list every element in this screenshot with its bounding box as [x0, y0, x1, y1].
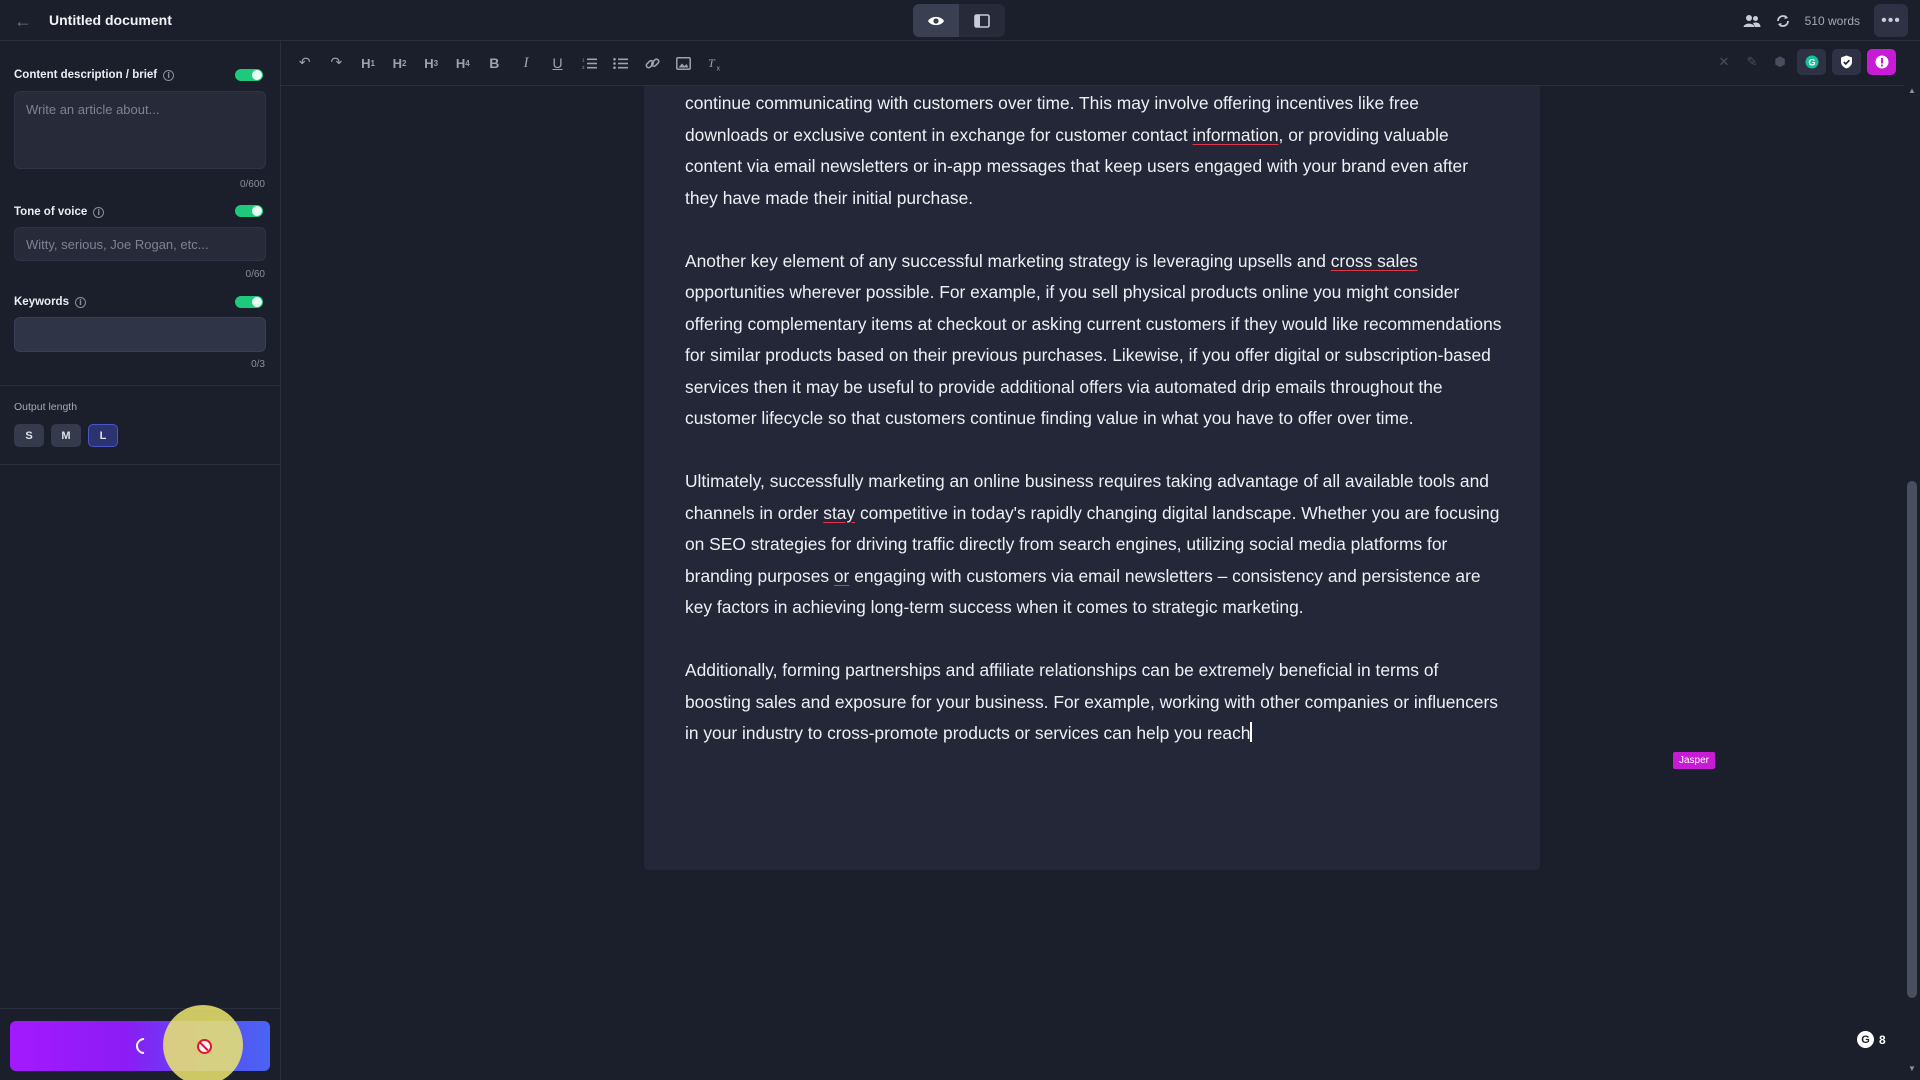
brief-textarea[interactable] — [14, 91, 266, 169]
brief-counter: 0/600 — [239, 179, 265, 190]
shield-check-icon[interactable] — [1832, 49, 1861, 75]
heading-4-level: 4 — [465, 58, 470, 68]
document-title[interactable]: Untitled document — [49, 12, 172, 28]
tone-label: Tone of voice i — [14, 206, 105, 218]
users-icon[interactable] — [1743, 14, 1761, 28]
brief-toggle[interactable] — [235, 69, 263, 81]
more-options-icon[interactable]: ••• — [1874, 4, 1908, 37]
formatting-toolbar: ↶ ↷ H1 H2 H3 H4 B I U 12 Tx ✕ ✎ ⬢ G — [281, 41, 1904, 86]
tone-toggle[interactable] — [235, 205, 263, 217]
bold-icon[interactable]: B — [479, 51, 511, 75]
underline-icon[interactable]: U — [542, 51, 574, 75]
svg-text:x: x — [717, 65, 721, 71]
view-mode-toggle — [913, 4, 1005, 37]
scroll-up-arrow-icon[interactable]: ▲ — [1908, 86, 1916, 95]
info-icon[interactable]: i — [163, 69, 175, 81]
text-run: opportunities wherever possible. For exa… — [685, 282, 1502, 428]
pencil-icon: ✎ — [1746, 54, 1758, 69]
text-run: Another key element of any successful ma… — [685, 250, 1331, 271]
spellcheck-flagged-word[interactable]: or — [834, 566, 849, 586]
heading-2-icon[interactable]: H2 — [384, 51, 416, 75]
divider — [0, 385, 281, 386]
svg-text:1: 1 — [582, 57, 585, 62]
heading-2-label: H — [392, 55, 403, 71]
bullet-list-icon[interactable] — [605, 51, 637, 75]
paragraph[interactable]: Additionally, forming partnerships and a… — [685, 655, 1505, 750]
keywords-toggle[interactable] — [235, 296, 263, 308]
scroll-thumb[interactable] — [1907, 481, 1917, 998]
settings-icon: ⬢ — [1774, 54, 1786, 69]
svg-text:T: T — [708, 56, 716, 70]
keywords-label: Keywords i — [14, 296, 86, 308]
info-icon[interactable]: i — [74, 296, 86, 308]
word-count: 510 words — [1804, 13, 1860, 28]
divider — [0, 464, 281, 465]
keywords-input[interactable] — [14, 317, 266, 352]
heading-4-icon[interactable]: H4 — [447, 51, 479, 75]
not-allowed-cursor-icon — [197, 1039, 212, 1054]
left-panel: Content description / brief i 0/600 Tone… — [0, 41, 281, 1080]
jasper-assistant-icon[interactable] — [1867, 49, 1896, 75]
heading-1-icon[interactable]: H1 — [352, 51, 384, 75]
top-bar: ← Untitled document 510 words ••• — [0, 0, 1920, 41]
heading-3-label: H — [424, 55, 434, 71]
keywords-label-text: Keywords — [14, 296, 69, 308]
svg-text:2: 2 — [582, 65, 585, 70]
italic-icon[interactable]: I — [510, 51, 542, 75]
brief-label-text: Content description / brief — [14, 69, 158, 81]
back-arrow-icon[interactable]: ← — [12, 10, 34, 32]
divider — [0, 1008, 281, 1009]
tone-label-text: Tone of voice — [14, 206, 88, 218]
vertical-scrollbar[interactable]: ▲ ▼ — [1904, 86, 1920, 1080]
keywords-counter: 0/3 — [251, 359, 265, 370]
preview-eye-icon[interactable] — [913, 4, 959, 37]
undo-icon[interactable]: ↶ — [289, 51, 321, 75]
editor-area: continue communicating with customers ov… — [281, 86, 1904, 1080]
output-length-label: Output length — [14, 401, 78, 413]
length-small-button[interactable]: S — [14, 424, 44, 447]
spellcheck-flagged-word[interactable]: information — [1193, 125, 1279, 145]
text-run: Additionally, forming partnerships and a… — [685, 660, 1498, 743]
brief-label: Content description / brief i — [14, 69, 175, 81]
info-icon[interactable]: i — [93, 206, 105, 218]
grammarly-badge[interactable]: G 8 — [1857, 1031, 1886, 1048]
heading-3-icon[interactable]: H3 — [415, 51, 447, 75]
svg-text:G: G — [1808, 57, 1815, 67]
grammarly-icon: G — [1857, 1031, 1874, 1048]
scroll-down-arrow-icon[interactable]: ▼ — [1908, 1064, 1916, 1073]
paragraph[interactable]: Ultimately, successfully marketing an on… — [685, 466, 1505, 624]
length-large-button[interactable]: L — [88, 424, 118, 447]
document-body[interactable]: continue communicating with customers ov… — [685, 88, 1505, 781]
clear-format-icon[interactable]: Tx — [700, 51, 732, 75]
link-icon[interactable] — [637, 51, 669, 75]
grammarly-icon[interactable]: G — [1797, 49, 1826, 75]
length-medium-button[interactable]: M — [51, 424, 81, 447]
text-caret — [1250, 722, 1253, 742]
redo-icon[interactable]: ↷ — [321, 51, 353, 75]
spellcheck-flagged-word[interactable]: stay — [823, 503, 855, 523]
heading-1-label: H — [361, 55, 371, 71]
heading-1-level: 1 — [370, 58, 375, 68]
jasper-cursor-tag: Jasper — [1673, 752, 1716, 769]
output-length-selector: S M L — [14, 424, 118, 447]
heading-2-level: 2 — [402, 58, 407, 68]
heading-3-level: 3 — [433, 58, 439, 68]
top-right-controls: 510 words ••• — [1743, 4, 1908, 37]
loading-spinner-icon — [132, 1034, 156, 1058]
paragraph[interactable]: continue communicating with customers ov… — [685, 88, 1505, 214]
tone-counter: 0/60 — [245, 269, 265, 280]
image-icon[interactable] — [668, 51, 700, 75]
paragraph[interactable]: Another key element of any successful ma… — [685, 246, 1505, 435]
heading-4-label: H — [455, 55, 466, 71]
sidebar-layout-icon[interactable] — [959, 4, 1005, 37]
sync-icon[interactable] — [1775, 13, 1791, 29]
spellcheck-flagged-word[interactable]: cross sales — [1331, 251, 1418, 271]
tone-input[interactable] — [14, 227, 266, 261]
grammarly-count: 8 — [1879, 1032, 1886, 1047]
ordered-list-icon[interactable]: 12 — [573, 51, 605, 75]
pin-icon: ✕ — [1718, 54, 1730, 69]
